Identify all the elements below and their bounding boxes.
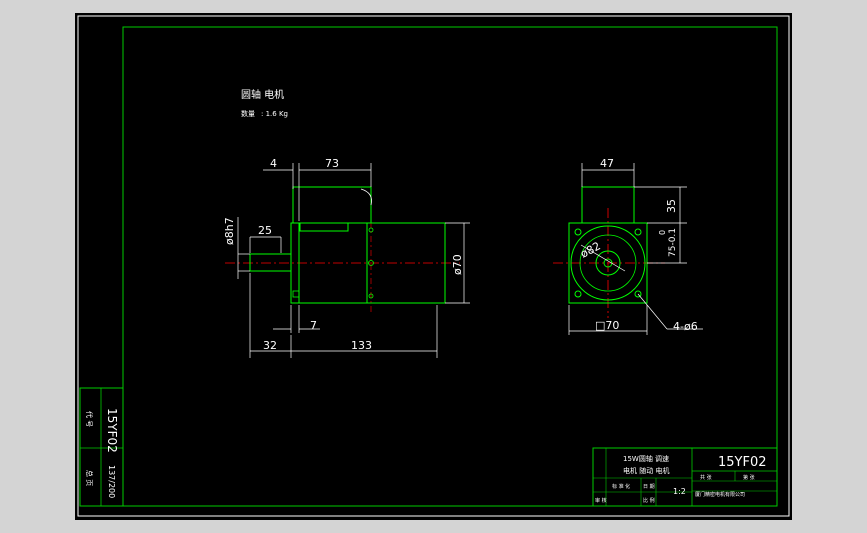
side-block-sheet: 137/200 (107, 465, 116, 498)
cable-curve (360, 188, 372, 206)
inner-border (122, 26, 778, 507)
part-name-line1: 15W圆轴 调速 (623, 454, 669, 463)
tb-small-2: 日 期 (643, 484, 655, 490)
weight-value: : 1.6 Kg (261, 110, 288, 118)
terminal-base (299, 222, 349, 232)
dim-32: 32 (263, 339, 277, 352)
drawing-title: 圆轴 电机 (241, 88, 284, 101)
dim-35: 35 (665, 199, 678, 213)
cad-viewport[interactable]: 圆轴 电机 数量 : 1.6 Kg 4 73 25 ø8h7 ø70 7 32 … (0, 0, 867, 533)
dim-133: 133 (351, 339, 372, 352)
tb-header-2: 第 张 (743, 474, 755, 481)
dim-7: 7 (310, 319, 317, 332)
side-block-label-1: 代 号 (85, 411, 94, 427)
part-name-line2: 电机 随动 电机 (623, 466, 669, 475)
dim-4: 4 (270, 157, 277, 170)
mount-hole-bl (574, 290, 582, 298)
dim-square: □70 (595, 319, 619, 332)
flange-mark (292, 290, 300, 298)
tb-small-4: 比 例 (643, 497, 655, 504)
mount-hole-tl (574, 228, 582, 236)
outer-frame (77, 15, 790, 517)
part-code: 15YF02 (718, 455, 767, 470)
drawing-canvas: 圆轴 电机 数量 : 1.6 Kg 4 73 25 ø8h7 ø70 7 32 … (77, 15, 790, 517)
side-dimension-lines (237, 163, 470, 358)
dim-body-diameter: ø70 (451, 254, 464, 275)
mount-hole-tr (634, 228, 642, 236)
title-block: 15W圆轴 调速 电机 随动 电机 15YF02 标 准 化 日 期 审 核 比… (592, 447, 778, 507)
side-block-code: 15YF02 (105, 408, 119, 453)
tb-small-3: 审 核 (595, 497, 607, 504)
dim-25: 25 (258, 224, 272, 237)
terminal-box (292, 186, 372, 224)
dim-47: 47 (600, 157, 614, 170)
dim-holes: 4-ø6 (673, 320, 698, 333)
dim-shaft-diameter: ø8h7 (223, 217, 236, 245)
dim-pcd: ø82 (578, 239, 602, 260)
drawing-sheet: 圆轴 电机 数量 : 1.6 Kg 4 73 25 ø8h7 ø70 7 32 … (75, 13, 792, 520)
dim-tolerance-upper: 0 (658, 230, 667, 235)
drawing-scale: 1:2 (673, 487, 686, 496)
side-title-block: 15YF02 137/200 代 号 总 页 (79, 387, 124, 507)
weight-label: 数量 (241, 109, 255, 118)
side-block-label-2: 总 页 (85, 470, 94, 486)
dim-73: 73 (325, 157, 339, 170)
tb-small-1: 标 准 化 (612, 483, 630, 490)
company-name: 厦门精密电机有限公司 (695, 491, 745, 498)
dim-75: 75-0.1 (668, 228, 678, 257)
shaft (249, 253, 292, 272)
side-view: 4 73 25 ø8h7 ø70 7 32 133 (223, 157, 470, 358)
tb-header-1: 共 张 (700, 474, 712, 481)
front-view: 47 35 0 75-0.1 ø82 □70 4-ø6 (553, 157, 703, 335)
